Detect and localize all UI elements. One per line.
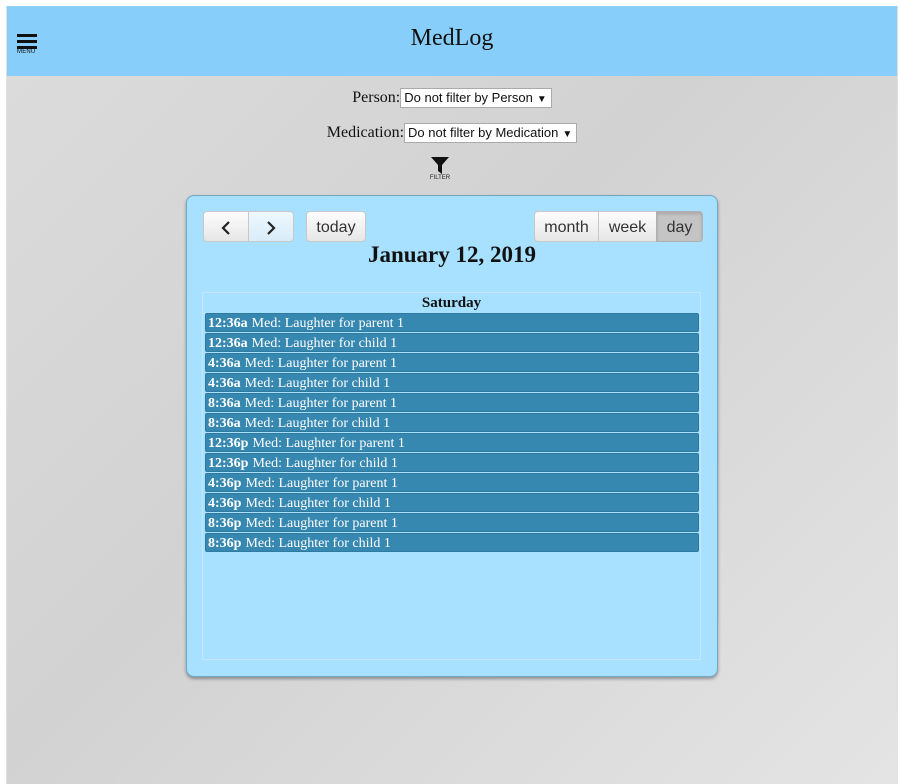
person-select[interactable]: Do not filter by Person ▼: [400, 88, 552, 108]
event-title: Med: Laughter for parent 1: [244, 356, 398, 371]
filter-icon: [431, 157, 449, 174]
event-time: 8:36p: [208, 536, 242, 551]
event-time: 8:36a: [208, 396, 241, 411]
event-title: Med: Laughter for child 1: [245, 536, 391, 551]
dropdown-arrow-icon: ▼: [536, 94, 547, 105]
dropdown-arrow-icon: ▼: [562, 129, 573, 140]
calendar-title: January 12, 2019: [367, 242, 537, 267]
event-title: Med: Laughter for child 1: [244, 416, 391, 431]
event-time: 12:36p: [208, 456, 249, 471]
event-time: 12:36p: [208, 436, 249, 451]
calendar-event[interactable]: 12:36p Med: Laughter for child 1: [205, 453, 699, 472]
person-select-value: Do not filter by Person: [404, 90, 533, 105]
event-time: 4:36a: [208, 376, 241, 391]
event-time: 12:36a: [208, 336, 248, 351]
event-title: Med: Laughter for parent 1: [252, 436, 405, 451]
event-title: Med: Laughter for parent 1: [245, 516, 398, 531]
medication-filter-row: Medication: Do not filter by Medication ▼: [7, 123, 897, 143]
calendar-event[interactable]: 4:36p Med: Laughter for parent 1: [205, 473, 699, 492]
day-view-button[interactable]: day: [656, 211, 703, 242]
medication-select[interactable]: Do not filter by Medication ▼: [404, 123, 578, 143]
event-title: Med: Laughter for child 1: [251, 336, 398, 351]
filter-button-label: FILTER: [429, 175, 451, 181]
chevron-left-icon: [221, 220, 230, 235]
medication-filter-label: Medication:: [326, 124, 405, 141]
calendar-event[interactable]: 12:36p Med: Laughter for parent 1: [205, 433, 699, 452]
event-title: Med: Laughter for child 1: [245, 496, 391, 511]
calendar-event[interactable]: 12:36a Med: Laughter for parent 1: [205, 313, 699, 332]
calendar-event[interactable]: 12:36a Med: Laughter for child 1: [205, 333, 699, 352]
calendar: today month week day January 12, 2019 Sa…: [186, 195, 718, 677]
app-frame: MENU MedLog Person: Do not filter by Pers…: [6, 6, 898, 784]
event-title: Med: Laughter for parent 1: [251, 316, 405, 331]
prev-button[interactable]: [203, 211, 249, 242]
next-button[interactable]: [248, 211, 294, 242]
calendar-event[interactable]: 4:36a Med: Laughter for parent 1: [205, 353, 699, 372]
event-title: Med: Laughter for child 1: [244, 376, 391, 391]
today-button[interactable]: today: [306, 211, 366, 242]
calendar-event[interactable]: 8:36a Med: Laughter for parent 1: [205, 393, 699, 412]
event-time: 8:36p: [208, 516, 242, 531]
event-time: 4:36p: [208, 476, 242, 491]
event-list: 12:36a Med: Laughter for parent 1 12:36a Me…: [205, 313, 699, 553]
calendar-event[interactable]: 8:36p Med: Laughter for parent 1: [205, 513, 699, 532]
event-time: 4:36a: [208, 356, 241, 371]
event-title: Med: Laughter for child 1: [252, 456, 398, 471]
medication-select-value: Do not filter by Medication: [408, 125, 559, 140]
month-view-button[interactable]: month: [534, 211, 599, 242]
event-time: 8:36a: [208, 416, 241, 431]
calendar-event[interactable]: 8:36a Med: Laughter for child 1: [205, 413, 699, 432]
week-view-button[interactable]: week: [598, 211, 657, 242]
top-bar: MENU MedLog: [7, 6, 897, 76]
calendar-event[interactable]: 4:36p Med: Laughter for child 1: [205, 493, 699, 512]
day-header: Saturday: [203, 293, 700, 314]
event-title: Med: Laughter for parent 1: [245, 476, 398, 491]
calendar-event[interactable]: 8:36p Med: Laughter for child 1: [205, 533, 699, 552]
calendar-event[interactable]: 4:36a Med: Laughter for child 1: [205, 373, 699, 392]
chevron-right-icon: [267, 220, 276, 235]
app-title: MedLog: [410, 25, 494, 51]
day-grid: Saturday 12:36a Med: Laughter for parent …: [202, 292, 701, 660]
event-time: 12:36a: [208, 316, 248, 331]
event-time: 4:36p: [208, 496, 242, 511]
filter-button[interactable]: FILTER: [428, 156, 452, 184]
person-filter-label: Person:: [352, 89, 401, 106]
event-title: Med: Laughter for parent 1: [244, 396, 398, 411]
person-filter-row: Person: Do not filter by Person ▼: [7, 88, 897, 108]
